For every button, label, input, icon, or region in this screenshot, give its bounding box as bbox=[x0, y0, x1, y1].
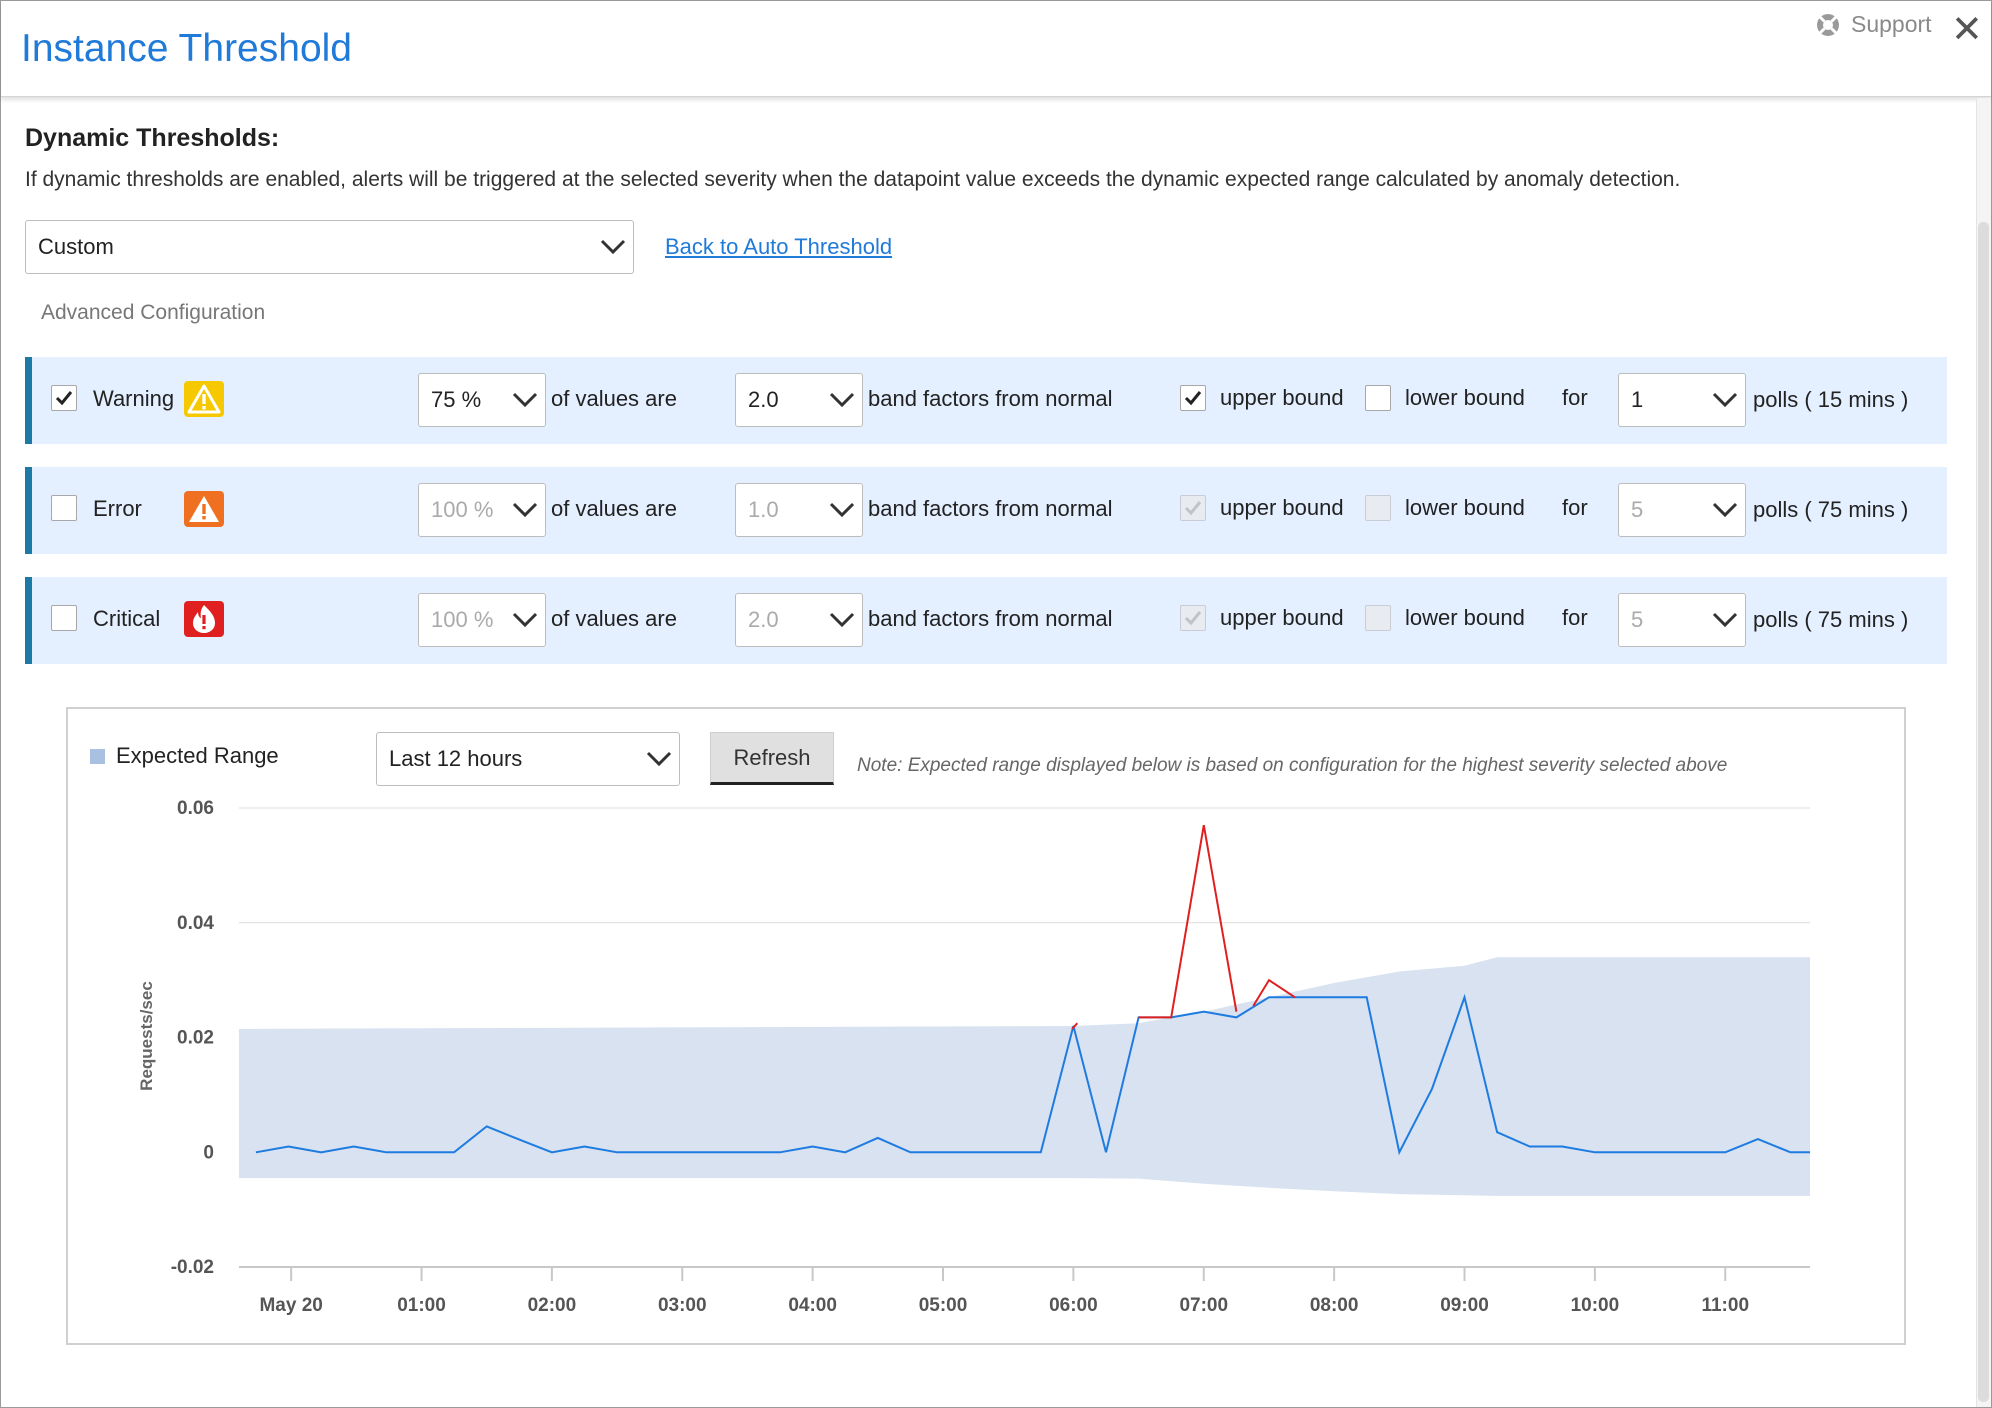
warning-enable-checkbox[interactable] bbox=[51, 385, 77, 411]
chevron-down-icon bbox=[822, 612, 862, 628]
time-range-value: Last 12 hours bbox=[389, 746, 523, 771]
polls-duration-label: polls ( 75 mins ) bbox=[1753, 607, 1909, 632]
of-values-are-label: of values are bbox=[551, 496, 677, 521]
severity-row-critical: Critical 100 % of values are 2.0 band fa… bbox=[25, 577, 1947, 664]
critical-lower-bound-checkbox[interactable] bbox=[1365, 605, 1391, 631]
error-label: Error bbox=[93, 496, 142, 521]
chevron-down-icon bbox=[593, 239, 633, 255]
chevron-down-icon bbox=[1705, 392, 1745, 408]
error-lower-bound-checkbox[interactable] bbox=[1365, 495, 1391, 521]
chevron-down-icon bbox=[822, 392, 862, 408]
dynamic-thresholds-description: If dynamic thresholds are enabled, alert… bbox=[25, 168, 1681, 191]
critical-polls-select[interactable]: 5 bbox=[1618, 593, 1746, 647]
dynamic-thresholds-heading: Dynamic Thresholds: bbox=[25, 124, 280, 152]
threshold-mode-value: Custom bbox=[38, 234, 114, 259]
warning-percent-select[interactable]: 75 % bbox=[418, 373, 546, 427]
error-band-value: 1.0 bbox=[748, 497, 779, 522]
lifebuoy-icon bbox=[1817, 13, 1839, 36]
critical-fire-icon bbox=[184, 601, 224, 637]
for-label: for bbox=[1562, 495, 1588, 520]
back-to-auto-threshold-link[interactable]: Back to Auto Threshold bbox=[665, 234, 892, 260]
chart-note: Note: Expected range displayed below is … bbox=[857, 755, 1728, 776]
error-polls-value: 5 bbox=[1631, 497, 1644, 522]
warning-upper-bound-checkbox[interactable] bbox=[1180, 385, 1206, 411]
close-icon[interactable]: ✕ bbox=[1951, 7, 1983, 52]
critical-percent-select[interactable]: 100 % bbox=[418, 593, 546, 647]
warning-label: Warning bbox=[93, 386, 175, 411]
polls-duration-label: polls ( 15 mins ) bbox=[1753, 387, 1909, 412]
chevron-down-icon bbox=[505, 392, 545, 408]
error-enable-checkbox[interactable] bbox=[51, 495, 77, 521]
critical-label: Critical bbox=[93, 606, 161, 631]
critical-polls-value: 5 bbox=[1631, 607, 1644, 632]
upper-bound-label: upper bound bbox=[1220, 605, 1344, 630]
warning-percent-value: 75 % bbox=[431, 387, 482, 412]
for-label: for bbox=[1562, 605, 1588, 630]
polls-duration-label: polls ( 75 mins ) bbox=[1753, 497, 1909, 522]
error-icon bbox=[184, 491, 224, 527]
critical-enable-checkbox[interactable] bbox=[51, 605, 77, 631]
refresh-button[interactable]: Refresh bbox=[710, 732, 834, 785]
warning-band-select[interactable]: 2.0 bbox=[735, 373, 863, 427]
critical-percent-value: 100 % bbox=[431, 607, 494, 632]
support-label: Support bbox=[1851, 11, 1932, 37]
checkmark-icon bbox=[1184, 391, 1202, 406]
warning-icon bbox=[184, 381, 224, 417]
advanced-configuration-label: Advanced Configuration bbox=[41, 301, 266, 324]
of-values-are-label: of values are bbox=[551, 386, 677, 411]
checkmark-icon bbox=[1184, 611, 1202, 626]
expected-range-legend-label: Expected Range bbox=[116, 743, 279, 768]
chevron-down-icon bbox=[1705, 502, 1745, 518]
checkmark-icon bbox=[55, 391, 73, 406]
critical-band-value: 2.0 bbox=[748, 607, 779, 632]
error-percent-value: 100 % bbox=[431, 497, 494, 522]
scrollbar-thumb[interactable] bbox=[1978, 222, 1989, 1402]
critical-band-select[interactable]: 2.0 bbox=[735, 593, 863, 647]
upper-bound-label: upper bound bbox=[1220, 495, 1344, 520]
threshold-mode-select[interactable]: Custom bbox=[25, 220, 634, 274]
warning-band-value: 2.0 bbox=[748, 387, 779, 412]
support-link[interactable]: Support bbox=[1815, 11, 1932, 38]
expected-range-legend-swatch bbox=[90, 749, 105, 764]
error-polls-select[interactable]: 5 bbox=[1618, 483, 1746, 537]
lower-bound-label: lower bound bbox=[1405, 605, 1525, 630]
of-values-are-label: of values are bbox=[551, 606, 677, 631]
severity-row-warning: Warning 75 % of values are 2.0 band fact… bbox=[25, 357, 1947, 444]
for-label: for bbox=[1562, 385, 1588, 410]
band-factors-label: band factors from normal bbox=[868, 496, 1113, 521]
chevron-down-icon bbox=[822, 502, 862, 518]
error-upper-bound-checkbox[interactable] bbox=[1180, 495, 1206, 521]
chevron-down-icon bbox=[505, 612, 545, 628]
warning-lower-bound-checkbox[interactable] bbox=[1365, 385, 1391, 411]
chevron-down-icon bbox=[639, 751, 679, 767]
chevron-down-icon bbox=[1705, 612, 1745, 628]
critical-upper-bound-checkbox[interactable] bbox=[1180, 605, 1206, 631]
chevron-down-icon bbox=[505, 502, 545, 518]
time-range-select[interactable]: Last 12 hours bbox=[376, 732, 680, 786]
error-band-select[interactable]: 1.0 bbox=[735, 483, 863, 537]
checkmark-icon bbox=[1184, 501, 1202, 516]
dialog-title: Instance Threshold bbox=[21, 27, 352, 70]
band-factors-label: band factors from normal bbox=[868, 606, 1113, 631]
lower-bound-label: lower bound bbox=[1405, 385, 1525, 410]
band-factors-label: band factors from normal bbox=[868, 386, 1113, 411]
warning-polls-select[interactable]: 1 bbox=[1618, 373, 1746, 427]
lower-bound-label: lower bound bbox=[1405, 495, 1525, 520]
chart-panel bbox=[66, 707, 1906, 1345]
upper-bound-label: upper bound bbox=[1220, 385, 1344, 410]
error-percent-select[interactable]: 100 % bbox=[418, 483, 546, 537]
warning-polls-value: 1 bbox=[1631, 387, 1644, 412]
dialog-header: Instance Threshold Support ✕ bbox=[1, 1, 1991, 97]
severity-row-error: Error 100 % of values are 1.0 band facto… bbox=[25, 467, 1947, 554]
